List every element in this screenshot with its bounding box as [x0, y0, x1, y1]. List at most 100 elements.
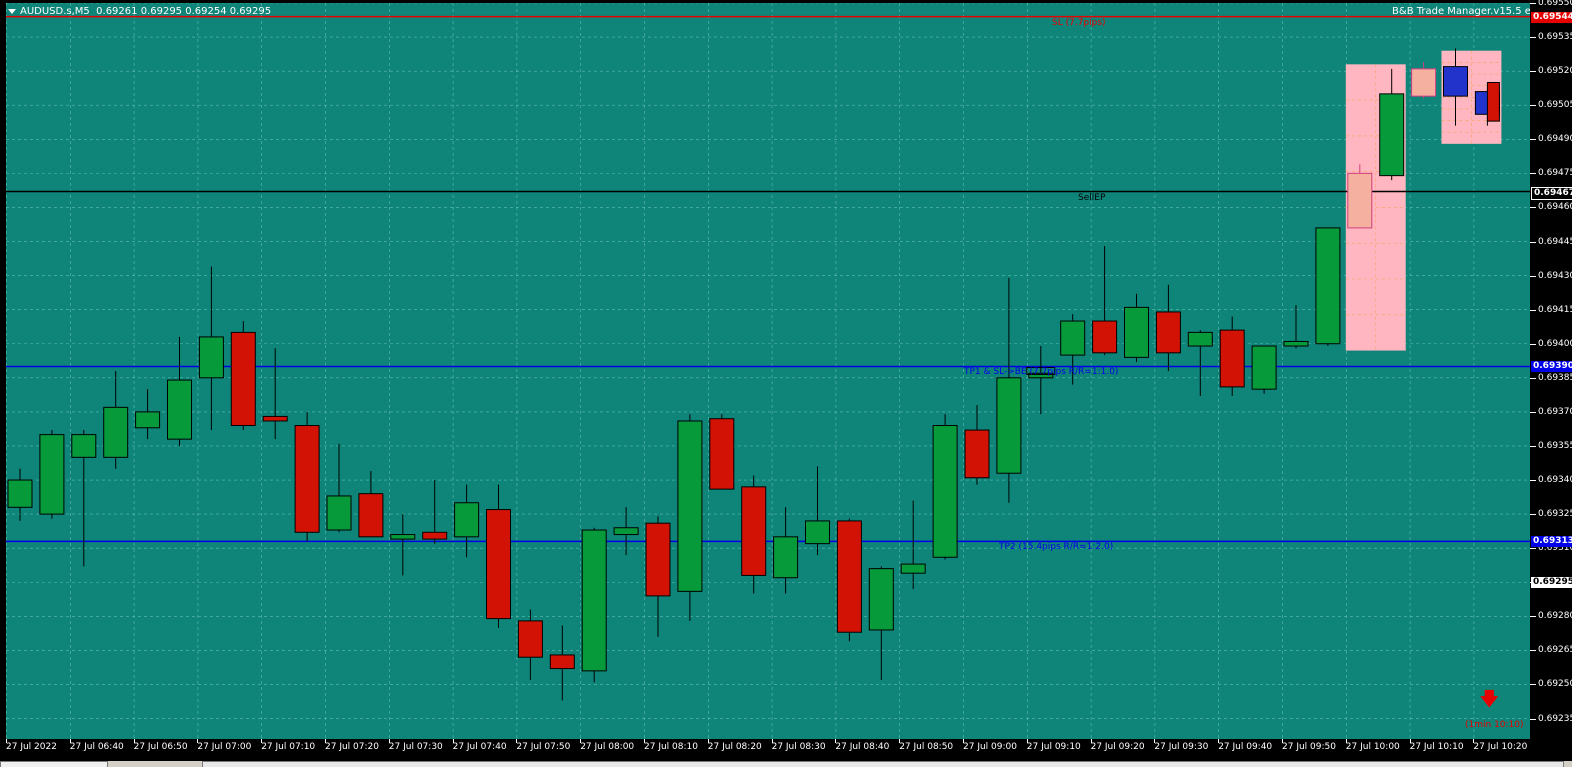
candle-body: [1443, 66, 1468, 97]
price-tick-mark: [1530, 275, 1536, 277]
chart-tabs-bar: [0, 761, 1572, 767]
time-tick-label: 27 Jul 2022: [6, 742, 57, 752]
candle-body: [1315, 227, 1341, 345]
time-tick-label: 27 Jul 10:10: [1409, 742, 1464, 752]
price-level-tag: 0.69544: [1531, 11, 1572, 23]
entry-line-label: SellEP: [1078, 192, 1106, 203]
price-tick-label: 0.69445: [1538, 236, 1572, 247]
price-tick-mark: [1530, 343, 1536, 345]
time-tick-label: 27 Jul 08:10: [644, 742, 698, 752]
price-tick-mark: [1530, 411, 1536, 413]
time-tick-label: 27 Jul 07:30: [388, 742, 443, 752]
candle-body: [549, 654, 575, 670]
price-tick-label: 0.69430: [1538, 270, 1572, 281]
candle-body: [1060, 320, 1086, 356]
price-tick-label: 0.69415: [1538, 304, 1572, 315]
sell-arrow-icon: 🡇: [1480, 689, 1499, 710]
time-tick-label: 27 Jul 08:40: [835, 742, 890, 752]
candle-body: [581, 529, 607, 672]
chart-tab[interactable]: [0, 761, 108, 767]
chart-window[interactable]: AUDUSD.s,M5 0.69261 0.69295 0.69254 0.69…: [0, 0, 1572, 767]
price-tick-mark: [1530, 173, 1536, 175]
ea-name: B&B Trade Manager.v15.5 exec: [1392, 6, 1548, 17]
bar-countdown: (1min 10:10): [1465, 720, 1524, 730]
candle-body: [1092, 320, 1118, 354]
symbol-ohlc: 0.69261 0.69295 0.69254 0.69295: [96, 6, 272, 17]
price-tick-label: 0.69490: [1538, 134, 1572, 145]
time-tick-label: 27 Jul 09:00: [963, 742, 1017, 752]
time-tick-label: 27 Jul 10:00: [1345, 742, 1400, 752]
tp1-line-label: TP1 & SL->BE (7.7pips R/R=1:1.0): [964, 367, 1119, 378]
candle-body: [613, 527, 639, 536]
candle-body: [677, 420, 703, 592]
collapse-triangle-icon[interactable]: [8, 8, 16, 14]
candle-body: [1251, 345, 1277, 390]
candle-body: [422, 531, 448, 540]
time-tick-label: 27 Jul 07:50: [516, 742, 571, 752]
candle-body-current: [1486, 82, 1500, 122]
price-tick-mark: [1530, 105, 1536, 107]
time-tick-label: 27 Jul 10:20: [1473, 742, 1528, 752]
candle-body: [868, 568, 894, 631]
price-level-tag: 0.69295: [1531, 577, 1572, 589]
candle-body: [900, 563, 926, 574]
time-tick-label: 27 Jul 08:50: [899, 742, 954, 752]
candle-body: [741, 486, 767, 576]
candle-body: [1187, 331, 1213, 347]
candle-body: [773, 536, 799, 579]
candle-body: [135, 411, 161, 429]
candle-body: [1155, 311, 1181, 354]
candle-body: [390, 534, 416, 540]
time-tick-label: 27 Jul 08:20: [707, 742, 762, 752]
candle-body: [326, 495, 352, 531]
candle-body: [294, 425, 320, 533]
time-tick-label: 27 Jul 08:00: [580, 742, 635, 752]
candle-body: [645, 522, 671, 597]
candle-body: [709, 418, 735, 490]
tp2-line-label: TP2 (15.4pips R/R=1:2.0): [999, 542, 1114, 553]
candle-body: [103, 406, 129, 458]
time-tick-label: 27 Jul 09:10: [1026, 742, 1081, 752]
price-tick-mark: [1530, 377, 1536, 379]
price-tick-mark: [1530, 207, 1536, 209]
candle-body: [1347, 172, 1373, 229]
price-tick-mark: [1530, 445, 1536, 447]
candle-body: [932, 425, 958, 558]
candle-body: [1283, 340, 1309, 347]
candle-body: [262, 415, 288, 422]
candle-body: [1411, 68, 1437, 97]
time-tick-label: 27 Jul 07:10: [261, 742, 316, 752]
candle-body: [7, 479, 33, 508]
symbol-name: AUDUSD.s,M5: [20, 6, 90, 17]
price-tick-label: 0.69265: [1538, 645, 1572, 656]
price-tick-label: 0.69385: [1538, 372, 1572, 383]
price-level-tag: 0.69313: [1531, 536, 1572, 548]
time-tick-label: 27 Jul 09:20: [1090, 742, 1145, 752]
chart-tab[interactable]: [202, 761, 1564, 767]
candle-body: [996, 377, 1022, 474]
price-tick-label: 0.69355: [1538, 440, 1572, 451]
chart-plot-area[interactable]: [6, 3, 1530, 739]
price-tick-mark: [1530, 650, 1536, 652]
price-tick-mark: [1530, 139, 1536, 141]
candle-body: [836, 520, 862, 633]
price-scale[interactable]: 0.69550 0.69535 0.69520 0.69505 0.69490 0.694…: [1530, 0, 1572, 740]
price-tick-mark: [1530, 309, 1536, 311]
candle-body: [486, 509, 511, 620]
time-tick-label: 27 Jul 06:50: [133, 742, 188, 752]
price-tick-label: 0.69475: [1538, 168, 1572, 179]
candle-body: [805, 520, 830, 545]
time-scale[interactable]: 27 Jul 2022 27 Jul 06:40 27 Jul 06:50 27 Ju…: [0, 739, 1572, 761]
price-tick-mark: [1530, 3, 1536, 4]
price-tick-label: 0.69460: [1538, 202, 1572, 213]
time-tick-label: 27 Jul 07:20: [325, 742, 379, 752]
price-tick-mark: [1530, 514, 1536, 516]
price-tick-mark: [1530, 241, 1536, 243]
candle-body: [39, 434, 65, 515]
price-tick-mark: [1530, 616, 1536, 618]
candle-body: [517, 620, 543, 658]
price-tick-label: 0.69235: [1538, 713, 1572, 724]
price-tick-mark: [1530, 718, 1536, 720]
price-tick-mark: [1530, 71, 1536, 73]
price-tick-label: 0.69340: [1538, 475, 1572, 486]
